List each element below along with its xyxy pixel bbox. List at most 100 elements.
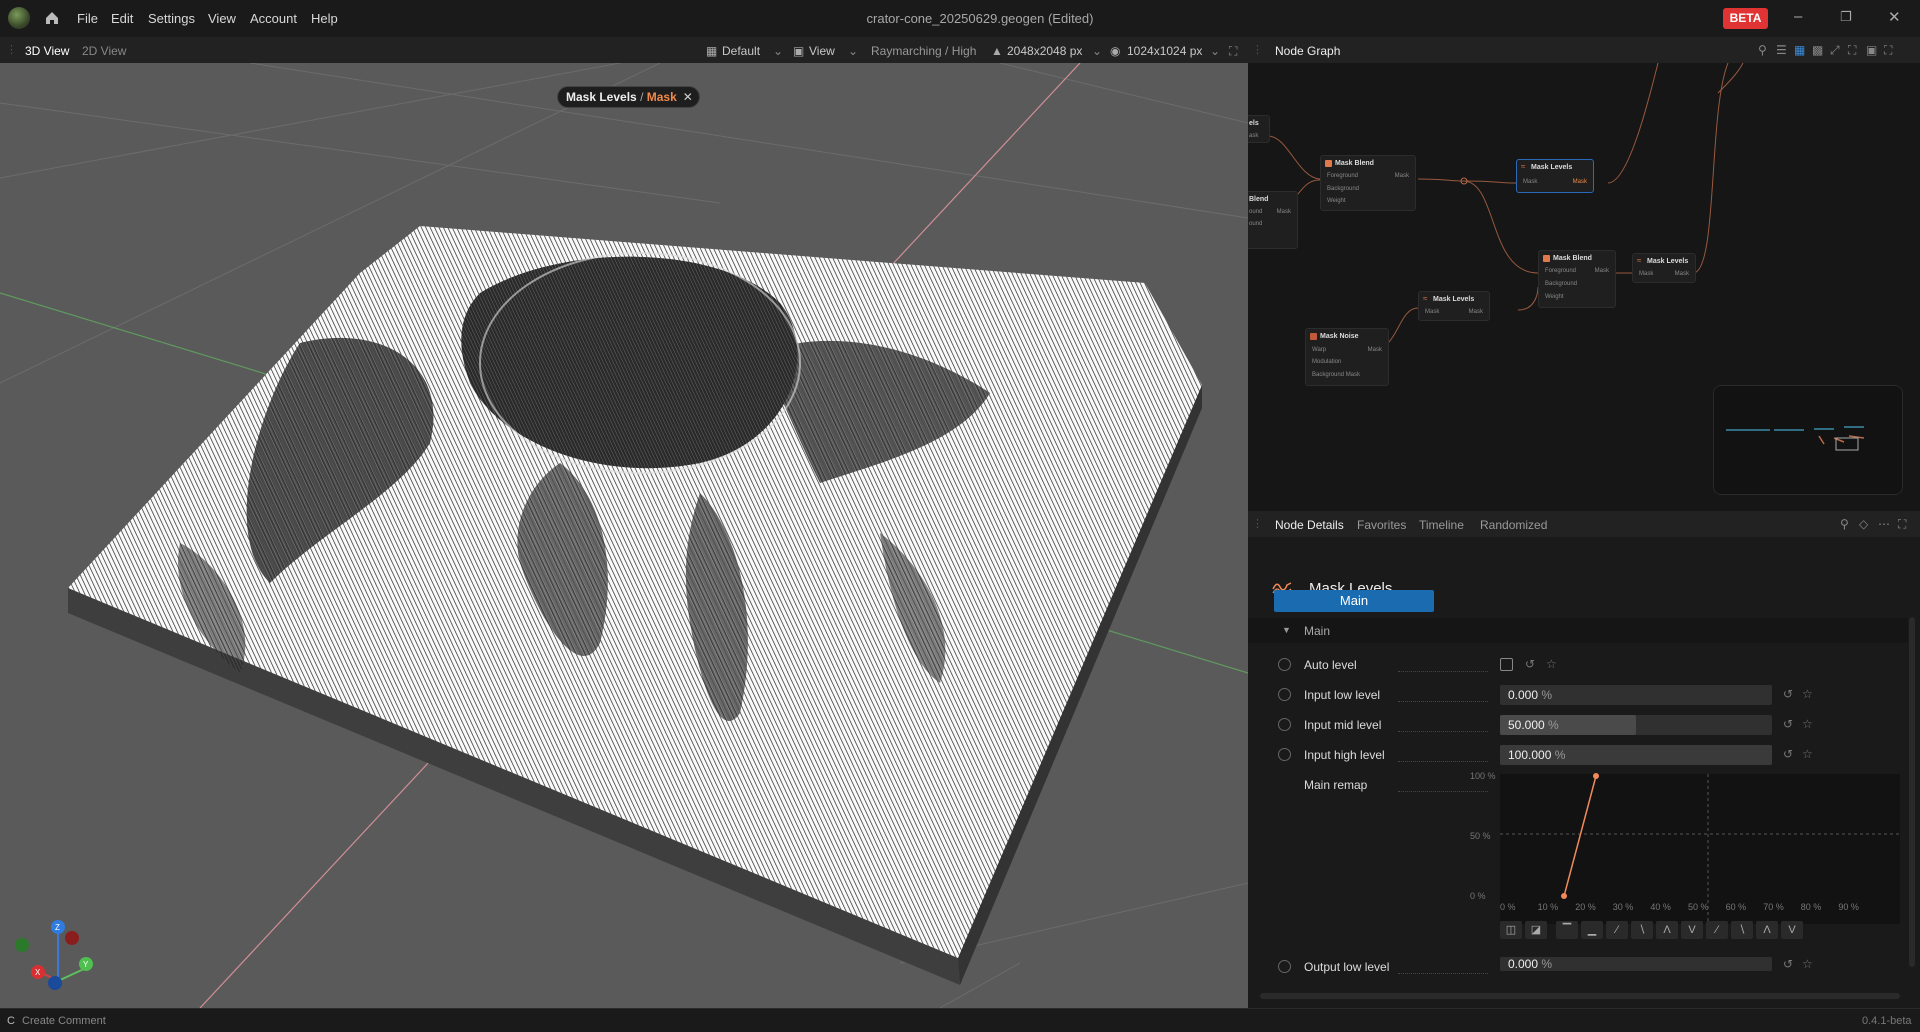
- reset-icon[interactable]: ↺: [1783, 717, 1793, 731]
- collapse-icon[interactable]: ▼: [1282, 625, 1291, 635]
- remap-control-point[interactable]: [1593, 773, 1599, 779]
- tab-favorites[interactable]: Favorites: [1357, 518, 1406, 532]
- preset-valley-button[interactable]: V: [1681, 921, 1703, 939]
- star-icon[interactable]: ☆: [1546, 657, 1557, 671]
- main-tab-button[interactable]: Main: [1274, 590, 1434, 612]
- input-mid-radio[interactable]: [1278, 718, 1291, 731]
- list-icon[interactable]: ☰: [1776, 43, 1787, 57]
- more-icon[interactable]: ⋯: [1878, 517, 1890, 531]
- node-mask-levels[interactable]: ≈ Mask Levels Mask Mask: [1418, 291, 1490, 321]
- node-mask-blend[interactable]: Mask Blend Foreground Mask Background We…: [1320, 155, 1416, 211]
- expand-icon[interactable]: ⤢: [1830, 43, 1840, 58]
- input-high-field[interactable]: 100.000 %: [1500, 745, 1772, 765]
- remap-control-point[interactable]: [1561, 893, 1568, 899]
- tab-randomized[interactable]: Randomized: [1480, 518, 1547, 532]
- fullscreen-icon[interactable]: ⛶: [1884, 43, 1892, 58]
- chevron-down-icon[interactable]: ⌄: [1210, 44, 1220, 58]
- layout-dropdown[interactable]: Default: [722, 44, 760, 58]
- preset-linear-button[interactable]: ∕: [1606, 921, 1628, 939]
- input-low-field[interactable]: 0.000 %: [1500, 685, 1772, 705]
- tab-2d-view[interactable]: 2D View: [82, 44, 126, 58]
- frame-icon[interactable]: ⛶: [1848, 43, 1856, 58]
- divider: [1398, 761, 1488, 762]
- resolution-dropdown[interactable]: 2048x2048 px: [1007, 44, 1082, 58]
- main-remap-label: Main remap: [1304, 778, 1368, 792]
- reset-icon[interactable]: ↺: [1783, 747, 1793, 761]
- diamond-icon[interactable]: ◇: [1859, 517, 1868, 531]
- drag-handle-icon[interactable]: ⋮: [1252, 43, 1263, 56]
- tab-timeline[interactable]: Timeline: [1419, 518, 1464, 532]
- preset-inverse-button[interactable]: ∖: [1631, 921, 1653, 939]
- minimize-icon[interactable]: –: [1794, 8, 1802, 25]
- fullscreen-icon[interactable]: ⛶: [1229, 44, 1237, 59]
- tab-node-details[interactable]: Node Details: [1275, 518, 1344, 532]
- resolution-icon: ▲: [991, 44, 1003, 58]
- tab-3d-view[interactable]: 3D View: [25, 44, 69, 58]
- reset-icon[interactable]: ↺: [1783, 957, 1793, 971]
- search-icon[interactable]: ⚲: [1758, 43, 1767, 57]
- star-icon[interactable]: ☆: [1802, 717, 1813, 731]
- section-header-main[interactable]: ▼ Main: [1248, 618, 1908, 643]
- auto-level-radio[interactable]: [1278, 658, 1291, 671]
- status-bar: C Create Comment 0.4.1-beta: [0, 1008, 1920, 1032]
- preset-rise-button[interactable]: ∕: [1706, 921, 1728, 939]
- preset-high-button[interactable]: ▔: [1556, 921, 1578, 939]
- node-mask-levels-selected[interactable]: ≈ Mask Levels Mask Mask: [1516, 159, 1594, 193]
- fullscreen-icon[interactable]: ⛶: [1898, 517, 1906, 532]
- node-graph-minimap[interactable]: [1713, 385, 1903, 495]
- preset-peak2-button[interactable]: Λ: [1756, 921, 1778, 939]
- node-graph-canvas[interactable]: els ask Blend ound Mask ound Mask Blend …: [1248, 63, 1920, 511]
- preset-fall-button[interactable]: ∖: [1731, 921, 1753, 939]
- star-icon[interactable]: ☆: [1802, 957, 1813, 971]
- drag-handle-icon[interactable]: ⋮: [6, 43, 17, 56]
- input-high-label: Input high level: [1304, 748, 1385, 762]
- layout-icon[interactable]: ▩: [1812, 43, 1823, 57]
- node-partial-levels[interactable]: els ask: [1248, 115, 1270, 143]
- reset-icon[interactable]: ↺: [1525, 657, 1535, 671]
- input-low-radio[interactable]: [1278, 688, 1291, 701]
- chevron-down-icon[interactable]: ⌄: [1092, 44, 1102, 58]
- node-mask-levels[interactable]: ≈ Mask Levels Mask Mask: [1632, 253, 1696, 283]
- fit-icon[interactable]: ▣: [1866, 43, 1877, 57]
- output-low-field[interactable]: 0.000 %: [1500, 957, 1772, 971]
- remap-x-tick: 50 %: [1688, 902, 1709, 912]
- output-size-dropdown[interactable]: 1024x1024 px: [1127, 44, 1202, 58]
- chevron-down-icon[interactable]: ⌄: [773, 44, 783, 58]
- remap-curve-editor[interactable]: 100 % 50 % 0 % 0 % 10 % 20 % 30 % 40 % 50 % 60 % 7…: [1470, 771, 1900, 924]
- preset-low-button[interactable]: ▁: [1581, 921, 1603, 939]
- star-icon[interactable]: ☆: [1802, 687, 1813, 701]
- grid-snap-icon[interactable]: ▦: [1794, 43, 1805, 57]
- search-icon[interactable]: ⚲: [1840, 517, 1849, 531]
- close-icon[interactable]: ✕: [683, 87, 693, 107]
- view-dropdown[interactable]: View: [809, 44, 835, 58]
- preset-valley2-button[interactable]: V: [1781, 921, 1803, 939]
- drag-handle-icon[interactable]: ⋮: [1252, 517, 1263, 530]
- layout-icon: ▦: [706, 44, 718, 58]
- horizontal-scrollbar[interactable]: [1260, 993, 1900, 999]
- maximize-icon[interactable]: ❐: [1840, 9, 1852, 25]
- close-icon[interactable]: ✕: [1888, 8, 1901, 26]
- input-mid-field[interactable]: 50.000 %: [1500, 715, 1772, 735]
- output-badge[interactable]: Mask Levels / Mask ✕: [557, 86, 700, 108]
- preset-peak-button[interactable]: Λ: [1656, 921, 1678, 939]
- divider: [1398, 731, 1488, 732]
- input-high-radio[interactable]: [1278, 748, 1291, 761]
- flip-horizontal-button[interactable]: ◫: [1500, 921, 1522, 939]
- remap-x-tick: 80 %: [1801, 902, 1822, 912]
- node-mask-noise[interactable]: Mask Noise Warp Mask Modulation Backgrou…: [1305, 328, 1389, 386]
- node-partial-blend[interactable]: Blend ound Mask ound: [1248, 191, 1298, 249]
- 3d-viewport[interactable]: Z Y X Mask Levels / Mask ✕: [0, 63, 1248, 1008]
- axis-gizmo[interactable]: Z Y X: [15, 920, 93, 990]
- vertical-scrollbar[interactable]: [1909, 617, 1915, 967]
- output-low-radio[interactable]: [1278, 960, 1291, 973]
- render-mode-label[interactable]: Raymarching / High: [871, 44, 976, 58]
- node-details-panel: Mask Levels Main ▼ Main Auto level ↺ ☆ I…: [1248, 537, 1920, 1008]
- auto-level-checkbox[interactable]: [1500, 658, 1513, 671]
- star-icon[interactable]: ☆: [1802, 747, 1813, 761]
- flip-vertical-button[interactable]: ◪: [1525, 921, 1547, 939]
- remap-x-tick: 60 %: [1726, 902, 1747, 912]
- node-mask-blend[interactable]: Mask Blend Foreground Mask Background We…: [1538, 250, 1616, 308]
- reset-icon[interactable]: ↺: [1783, 687, 1793, 701]
- create-comment-hint[interactable]: Create Comment: [22, 1015, 106, 1027]
- chevron-down-icon[interactable]: ⌄: [848, 44, 858, 58]
